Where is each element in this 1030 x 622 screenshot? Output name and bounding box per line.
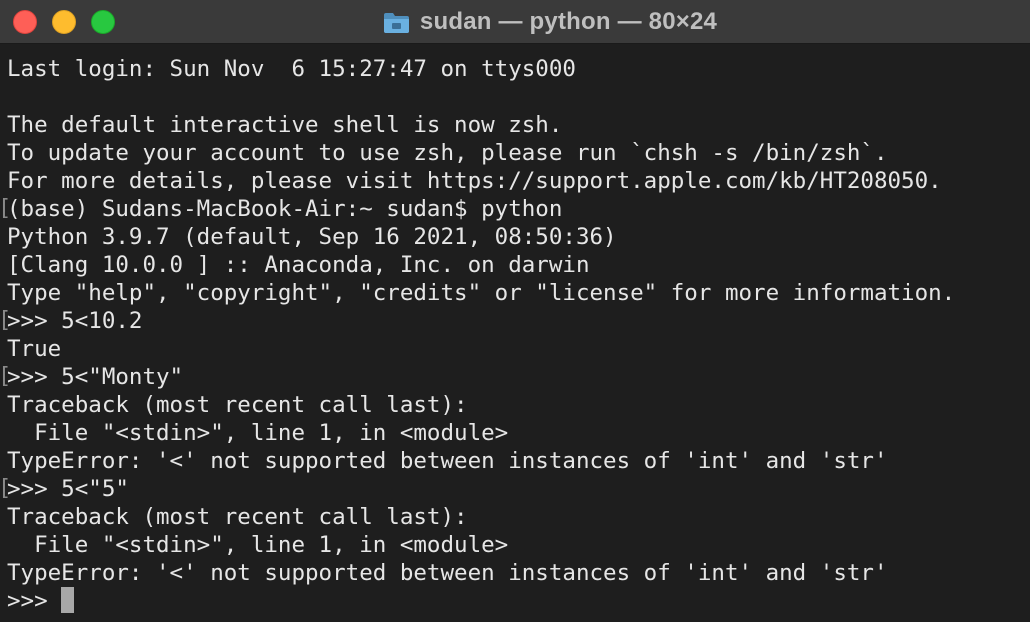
terminal-line: Type "help", "copyright", "credits" or "… bbox=[7, 280, 956, 306]
terminal-line: >>> 5<10.2 bbox=[0, 307, 1030, 335]
terminal-line: The default interactive shell is now zsh… bbox=[7, 112, 563, 138]
terminal-line: Traceback (most recent call last): bbox=[7, 504, 468, 530]
terminal-line: (base) Sudans-MacBook-Air:~ sudan$ pytho… bbox=[0, 195, 1030, 223]
window-title: sudan — python — 80×24 bbox=[419, 8, 718, 35]
folder-icon bbox=[383, 13, 409, 33]
terminal-window: sudan — python — 80×24 Last login: Sun N… bbox=[0, 0, 1030, 622]
window-title-group: sudan — python — 80×24 bbox=[0, 0, 1030, 44]
terminal-output[interactable]: Last login: Sun Nov 6 15:27:47 on ttys00… bbox=[0, 55, 1030, 622]
terminal-line: >>> 5<"Monty" bbox=[0, 363, 1030, 391]
terminal-line: File "<stdin>", line 1, in <module> bbox=[7, 532, 509, 558]
terminal-line: For more details, please visit https://s… bbox=[7, 168, 942, 194]
title-bar[interactable]: sudan — python — 80×24 bbox=[0, 0, 1030, 44]
terminal-prompt-line[interactable]: >>> bbox=[7, 587, 1030, 615]
terminal-line: Traceback (most recent call last): bbox=[7, 392, 468, 418]
terminal-line: To update your account to use zsh, pleas… bbox=[7, 140, 888, 166]
terminal-line: True bbox=[7, 336, 62, 362]
terminal-line: Python 3.9.7 (default, Sep 16 2021, 08:5… bbox=[7, 224, 617, 250]
terminal-line: TypeError: '<' not supported between ins… bbox=[7, 448, 888, 474]
terminal-line: >>> 5<"5" bbox=[0, 475, 1030, 503]
terminal-line: TypeError: '<' not supported between ins… bbox=[7, 560, 888, 586]
terminal-line: [Clang 10.0.0 ] :: Anaconda, Inc. on dar… bbox=[7, 252, 590, 278]
text-cursor bbox=[60, 587, 74, 613]
terminal-line: File "<stdin>", line 1, in <module> bbox=[7, 420, 509, 446]
python-prompt: >>> bbox=[7, 588, 48, 614]
terminal-line: Last login: Sun Nov 6 15:27:47 on ttys00… bbox=[7, 56, 576, 82]
